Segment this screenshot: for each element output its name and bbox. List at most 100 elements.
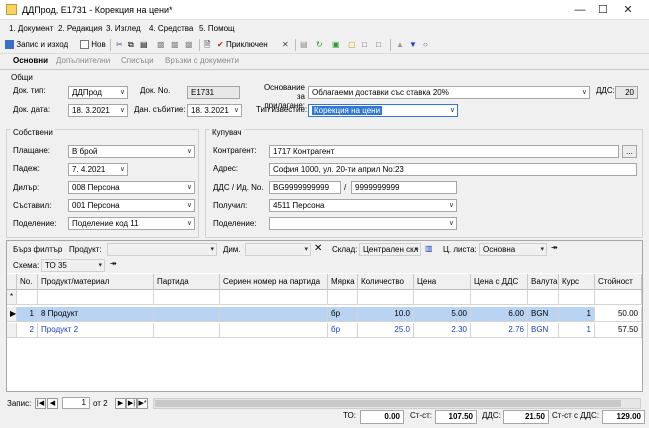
cell-quantity[interactable]: 25.0	[358, 323, 414, 338]
contractor-field[interactable]: 1717 Контрагент	[269, 145, 619, 158]
table-cell[interactable]	[17, 290, 38, 305]
doc-no-field[interactable]: Е1731	[187, 86, 240, 99]
tab-additional[interactable]: Допълнителни	[56, 56, 110, 65]
schema-apply-icon[interactable]: ↠	[110, 259, 117, 268]
doc-type-select[interactable]: ДДПрод ∨	[68, 86, 128, 99]
document-icon[interactable]: 🗎	[204, 38, 210, 52]
pages-icon[interactable]: □	[362, 38, 367, 52]
author-select[interactable]: 001 Персона ∨	[68, 199, 195, 212]
menu-edit[interactable]: 2. Редакция	[58, 24, 102, 33]
refresh-icon[interactable]: ↻	[316, 38, 323, 52]
cell-serial[interactable]	[220, 307, 328, 322]
cell-batch[interactable]	[154, 323, 220, 338]
col-price-vat[interactable]: Цена с ДДС	[471, 274, 528, 290]
col-quantity[interactable]: Количество	[358, 274, 414, 290]
tab-main[interactable]: Основни	[13, 56, 48, 65]
row-selector[interactable]	[7, 323, 17, 338]
cell-value[interactable]: 50.00	[595, 307, 642, 322]
table-cell[interactable]	[528, 290, 559, 305]
table-cell[interactable]	[471, 290, 528, 305]
due-date-picker[interactable]: 7. 4.2021 ∨	[68, 163, 128, 176]
warehouse-select[interactable]: Централен скл ▾	[359, 243, 421, 256]
folder-icon[interactable]: ▢	[348, 38, 356, 52]
dealer-select[interactable]: 008 Персона ∨	[68, 181, 195, 194]
prev-record-button[interactable]: ◀	[47, 398, 58, 409]
cell-batch[interactable]	[154, 307, 220, 322]
cell-serial[interactable]	[220, 323, 328, 338]
link-doc-icon[interactable]: ▣	[332, 38, 340, 52]
cell-rate[interactable]: 1	[559, 323, 595, 338]
cell-product[interactable]: Продукт 2	[38, 323, 154, 338]
menu-view[interactable]: 3. Изглед	[106, 24, 141, 33]
clear-filter-icon[interactable]: ✕	[314, 243, 322, 254]
table-cell[interactable]	[154, 290, 220, 305]
warehouse-icon[interactable]: ▥	[425, 244, 433, 253]
doc-date-picker[interactable]: 18. 3.2021 ∨	[68, 104, 128, 117]
col-unit[interactable]: Мярка	[328, 274, 358, 290]
arrow-down-icon[interactable]: ▼	[409, 38, 417, 52]
col-rate[interactable]: Курс	[559, 274, 595, 290]
cell-unit[interactable]: бр	[328, 307, 358, 322]
print-preview-icon[interactable]: ▩	[157, 38, 165, 52]
horizontal-scrollbar[interactable]	[153, 398, 641, 409]
minimize-button[interactable]: —	[569, 2, 591, 18]
menu-tools[interactable]: 4. Средства	[149, 24, 193, 33]
help-icon[interactable]: ○	[423, 38, 428, 52]
col-price[interactable]: Цена	[414, 274, 471, 290]
cell-value[interactable]: 57.50	[595, 323, 642, 338]
cell-price-vat[interactable]: 6.00	[471, 307, 528, 322]
cell-price[interactable]: 2.30	[414, 323, 471, 338]
cell-unit[interactable]: бр	[328, 323, 358, 338]
table-cell[interactable]	[220, 290, 328, 305]
filter-dim-select[interactable]: ▾	[245, 243, 311, 256]
cell-price-vat[interactable]: 2.76	[471, 323, 528, 338]
vat-rate-field[interactable]: 20	[615, 86, 638, 99]
record-number-input[interactable]: 1	[62, 397, 90, 409]
col-product[interactable]: Продукт/материал	[38, 274, 154, 290]
copy-doc-icon[interactable]: ▤	[300, 38, 308, 52]
paste-icon[interactable]: ▤	[140, 38, 148, 52]
payment-select[interactable]: В брой ∨	[68, 145, 195, 158]
menu-help[interactable]: 5. Помощ	[199, 24, 235, 33]
cell-no[interactable]: 2	[17, 323, 38, 338]
table-row[interactable]: 2 Продукт 2 бр 25.0 2.30 2.76 BGN 1 57.5…	[7, 323, 642, 338]
menu-document[interactable]: 1. Документ	[9, 24, 53, 33]
new-record-button[interactable]: ▶*	[137, 398, 148, 409]
col-currency[interactable]: Валута	[528, 274, 559, 290]
table-row-new[interactable]: *	[7, 290, 642, 305]
col-value[interactable]: Стойност	[595, 274, 642, 290]
cut-icon[interactable]: ✂	[116, 38, 123, 52]
table-cell[interactable]	[358, 290, 414, 305]
vat-number-field[interactable]: BG9999999999	[269, 181, 341, 194]
new-button[interactable]: Нов	[80, 38, 106, 52]
print-icon[interactable]: ▩	[171, 38, 179, 52]
tab-document-links[interactable]: Връзки с документи	[165, 56, 239, 65]
table-cell[interactable]	[595, 290, 642, 305]
pricelist-apply-icon[interactable]: ↠	[551, 243, 558, 252]
copy-icon[interactable]: ⧉	[128, 38, 134, 52]
cancel-icon[interactable]: ✕	[282, 38, 289, 52]
col-batch[interactable]: Партида	[154, 274, 220, 290]
cell-currency[interactable]: BGN	[528, 323, 559, 338]
page-icon[interactable]: □	[376, 38, 381, 52]
finalize-button[interactable]: ✔ Приключен	[217, 38, 268, 52]
close-button[interactable]: ✕	[617, 2, 639, 18]
contractor-browse-button[interactable]: ...	[622, 145, 637, 158]
col-no[interactable]: No.	[17, 274, 38, 290]
last-record-button[interactable]: ▶|	[126, 398, 137, 409]
table-cell[interactable]	[328, 290, 358, 305]
cell-price[interactable]: 5.00	[414, 307, 471, 322]
recipient-select[interactable]: 4511 Персона ∨	[269, 199, 457, 212]
cell-currency[interactable]: BGN	[528, 307, 559, 322]
cell-no[interactable]: 1	[17, 307, 38, 322]
notice-type-select[interactable]: Корекция на цени ∨	[308, 104, 458, 117]
print-alt-icon[interactable]: ▩	[185, 38, 193, 52]
table-cell[interactable]	[559, 290, 595, 305]
table-row[interactable]: ▶ 1 8 Продукт бр 10.0 5.00 6.00 BGN 1 50…	[7, 307, 642, 322]
arrow-up-icon[interactable]: ▲	[396, 38, 404, 52]
first-record-button[interactable]: |◀	[35, 398, 46, 409]
division-select[interactable]: Поделение код 11 ∨	[68, 217, 195, 230]
tab-lists[interactable]: Списъци	[121, 56, 154, 65]
table-cell[interactable]	[414, 290, 471, 305]
next-record-button[interactable]: ▶	[115, 398, 126, 409]
